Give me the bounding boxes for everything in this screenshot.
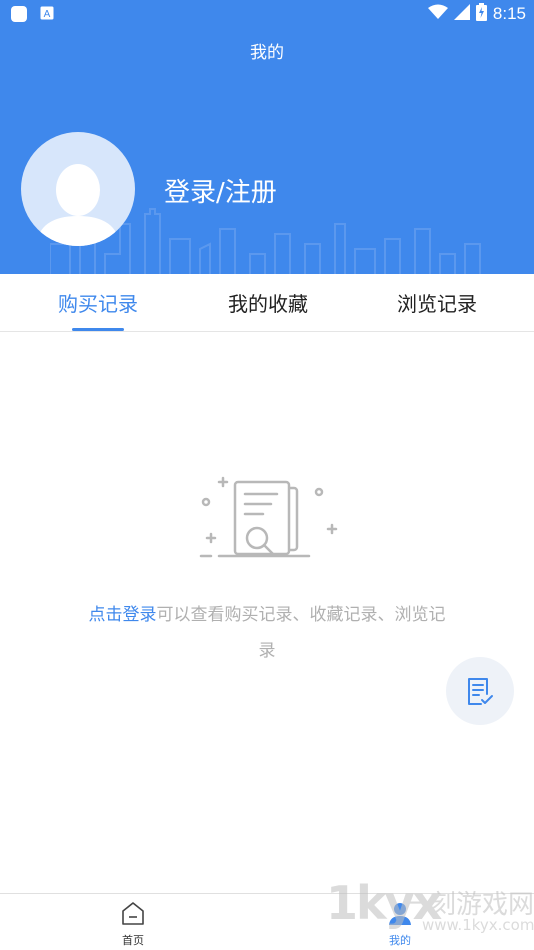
- click-login-link[interactable]: 点击登录: [89, 605, 157, 625]
- tab-purchase-records[interactable]: 购买记录: [28, 288, 168, 317]
- default-avatar-icon: [36, 164, 120, 246]
- empty-records-icon: [199, 476, 338, 558]
- login-register-link[interactable]: 登录/注册: [164, 172, 277, 209]
- home-icon: [122, 902, 144, 925]
- nav-home[interactable]: 首页: [93, 900, 173, 948]
- notification-icon: [10, 5, 28, 23]
- nav-home-label: 首页: [122, 934, 144, 947]
- checklist-icon: [468, 678, 493, 705]
- profile-header: A 8:15 我的 登录/注册: [0, 0, 534, 274]
- tab-browse-history[interactable]: 浏览记录: [367, 288, 507, 317]
- app-notification-icon: A: [40, 5, 58, 23]
- empty-state-message: 点击登录可以查看购买记录、收藏记录、浏览记录: [84, 597, 450, 669]
- record-tabs: 购买记录 我的收藏 浏览记录: [0, 274, 534, 332]
- avatar[interactable]: [21, 132, 135, 246]
- page-title: 我的: [250, 43, 284, 63]
- battery-icon: [475, 3, 487, 25]
- site-watermark: 1kyx 一刻游戏网 www.1kyx.com: [326, 876, 534, 946]
- empty-state-text: 可以查看购买记录、收藏记录、浏览记录: [156, 605, 446, 661]
- wifi-icon: [427, 4, 448, 24]
- watermark-url: www.1kyx.com: [422, 916, 534, 934]
- svg-text:A: A: [44, 9, 51, 20]
- floating-records-button[interactable]: [446, 657, 514, 725]
- active-tab-indicator: [72, 328, 124, 331]
- status-bar: A 8:15: [0, 0, 534, 28]
- signal-icon: [453, 4, 470, 24]
- tab-my-favorites[interactable]: 我的收藏: [198, 288, 338, 317]
- status-time: 8:15: [492, 4, 526, 23]
